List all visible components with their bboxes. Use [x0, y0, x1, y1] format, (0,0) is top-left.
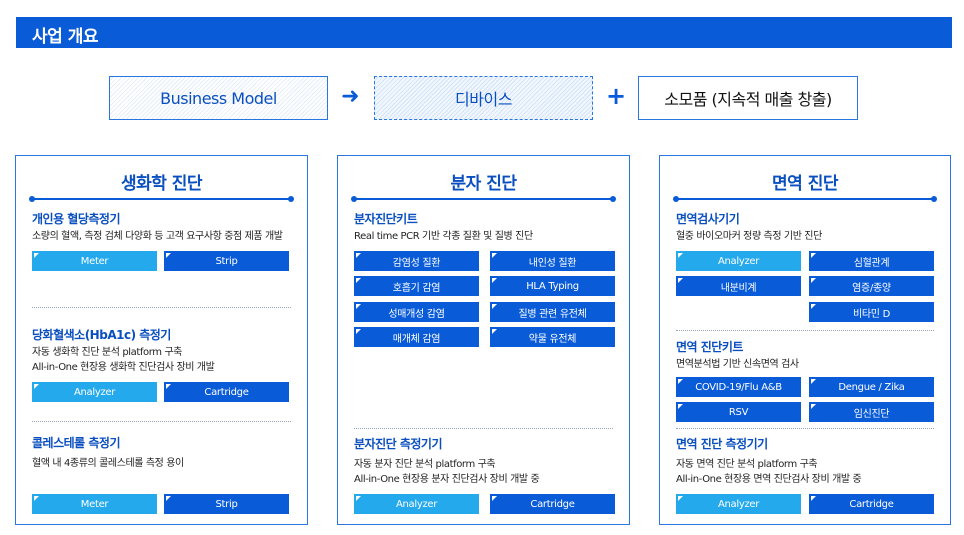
- title-divider: [351, 196, 616, 202]
- section-divider: [32, 421, 291, 422]
- section-divider: [676, 428, 934, 429]
- section-title: 분자진단 측정기기: [354, 437, 443, 451]
- section-desc: 자동 생화학 진단 분석 platform 구축: [32, 347, 182, 358]
- section-title: 당화혈색소(HbA1c) 측정기: [32, 328, 171, 342]
- panel-title: 분자 진단: [450, 174, 517, 194]
- chip-cartridge: Cartridge: [490, 494, 615, 514]
- section-desc: 혈액 내 4종류의 콜레스테롤 측정 용이: [32, 458, 184, 469]
- section-title: 면역 진단키트: [676, 340, 743, 354]
- chip-analyzer: Analyzer: [354, 494, 479, 514]
- section-title: 면역 진단 측정기기: [676, 437, 768, 451]
- chip-infectious-disease: 감염성 질환: [354, 251, 479, 271]
- chip-rsv: RSV: [676, 402, 801, 422]
- chip-analyzer: Analyzer: [32, 382, 157, 402]
- chip-analyzer: Analyzer: [676, 251, 801, 271]
- panel-biochemical: 생화학 진단 개인용 혈당측정기 소량의 혈액, 측정 검체 다양화 등 고객 …: [15, 155, 308, 525]
- chip-pregnancy: 임신진단: [809, 402, 934, 422]
- section-title: 면역검사기기: [676, 212, 740, 226]
- chip-meter: Meter: [32, 251, 157, 271]
- chip-strip: Strip: [164, 494, 289, 514]
- chip-inflammation-tumor: 염증/종양: [809, 276, 934, 296]
- section-desc: All-in-One 현장용 면역 진단검사 장비 개발 중: [676, 474, 862, 485]
- flow-device-label: 디바이스: [455, 90, 512, 109]
- section-desc: 혈중 바이오마커 정량 측정 기반 진단: [676, 231, 822, 242]
- section-desc: 면역분석법 기반 신속면역 검사: [676, 359, 799, 370]
- chip-covid-flu: COVID-19/Flu A&B: [676, 377, 801, 397]
- flow-consumables-label: 소모품 (지속적 매출 창출): [664, 90, 832, 109]
- flow-business-model-box: Business Model: [109, 76, 328, 120]
- chip-meter: Meter: [32, 494, 157, 514]
- flow-device-box: 디바이스: [374, 76, 593, 120]
- chip-respiratory-infection: 호흡기 감염: [354, 276, 479, 296]
- section-divider: [354, 428, 613, 429]
- section-title: 콜레스테롤 측정기: [32, 436, 121, 450]
- section-desc: 소량의 혈액, 측정 검체 다양화 등 고객 요구사항 중점 제품 개발: [32, 231, 283, 242]
- chip-cartridge: Cartridge: [164, 382, 289, 402]
- chip-sti: 성매개성 감염: [354, 302, 479, 322]
- chip-vitamin-d: 비타민 D: [809, 302, 934, 322]
- flow-consumables-box: 소모품 (지속적 매출 창출): [638, 76, 858, 120]
- chip-pharmacogenome: 약물 유전체: [490, 327, 615, 347]
- chip-hla-typing: HLA Typing: [490, 276, 615, 296]
- section-desc: 자동 면역 진단 분석 platform 구축: [676, 459, 818, 470]
- section-divider: [32, 307, 291, 308]
- title-divider: [673, 196, 937, 202]
- plus-icon: +: [606, 82, 627, 110]
- chip-strip: Strip: [164, 251, 289, 271]
- panel-molecular: 분자 진단 분자진단키트 Real time PCR 기반 각종 질환 및 질병…: [337, 155, 630, 525]
- chip-cardiovascular: 심혈관계: [809, 251, 934, 271]
- chip-vector-infection: 매개체 감염: [354, 327, 479, 347]
- section-desc: 자동 분자 진단 분석 platform 구축: [354, 459, 496, 470]
- panel-title: 생화학 진단: [120, 174, 203, 194]
- section-desc: All-in-One 현장용 분자 진단검사 장비 개발 중: [354, 474, 540, 485]
- section-title: 분자진단키트: [354, 212, 418, 226]
- arrow-right-icon: ➜: [341, 84, 360, 109]
- chip-dengue-zika: Dengue / Zika: [809, 377, 934, 397]
- panel-title: 면역 진단: [772, 174, 838, 194]
- section-desc: All-in-One 현장용 생화학 진단검사 장비 개발: [32, 362, 215, 373]
- chip-cartridge: Cartridge: [809, 494, 934, 514]
- chip-analyzer: Analyzer: [676, 494, 801, 514]
- chip-endogenous-disease: 내인성 질환: [490, 251, 615, 271]
- title-divider: [29, 196, 294, 202]
- section-title: 개인용 혈당측정기: [32, 212, 121, 226]
- chip-endocrine: 내분비계: [676, 276, 801, 296]
- chip-disease-genome: 질병 관련 유전체: [490, 302, 615, 322]
- section-desc: Real time PCR 기반 각종 질환 및 질병 진단: [354, 231, 533, 242]
- header-bar: 사업 개요: [16, 17, 952, 48]
- flow-business-model-label: Business Model: [160, 88, 277, 108]
- section-divider: [676, 330, 934, 331]
- page-title: 사업 개요: [32, 27, 98, 47]
- panel-immuno: 면역 진단 면역검사기기 혈중 바이오마커 정량 측정 기반 진단 Analyz…: [659, 155, 951, 525]
